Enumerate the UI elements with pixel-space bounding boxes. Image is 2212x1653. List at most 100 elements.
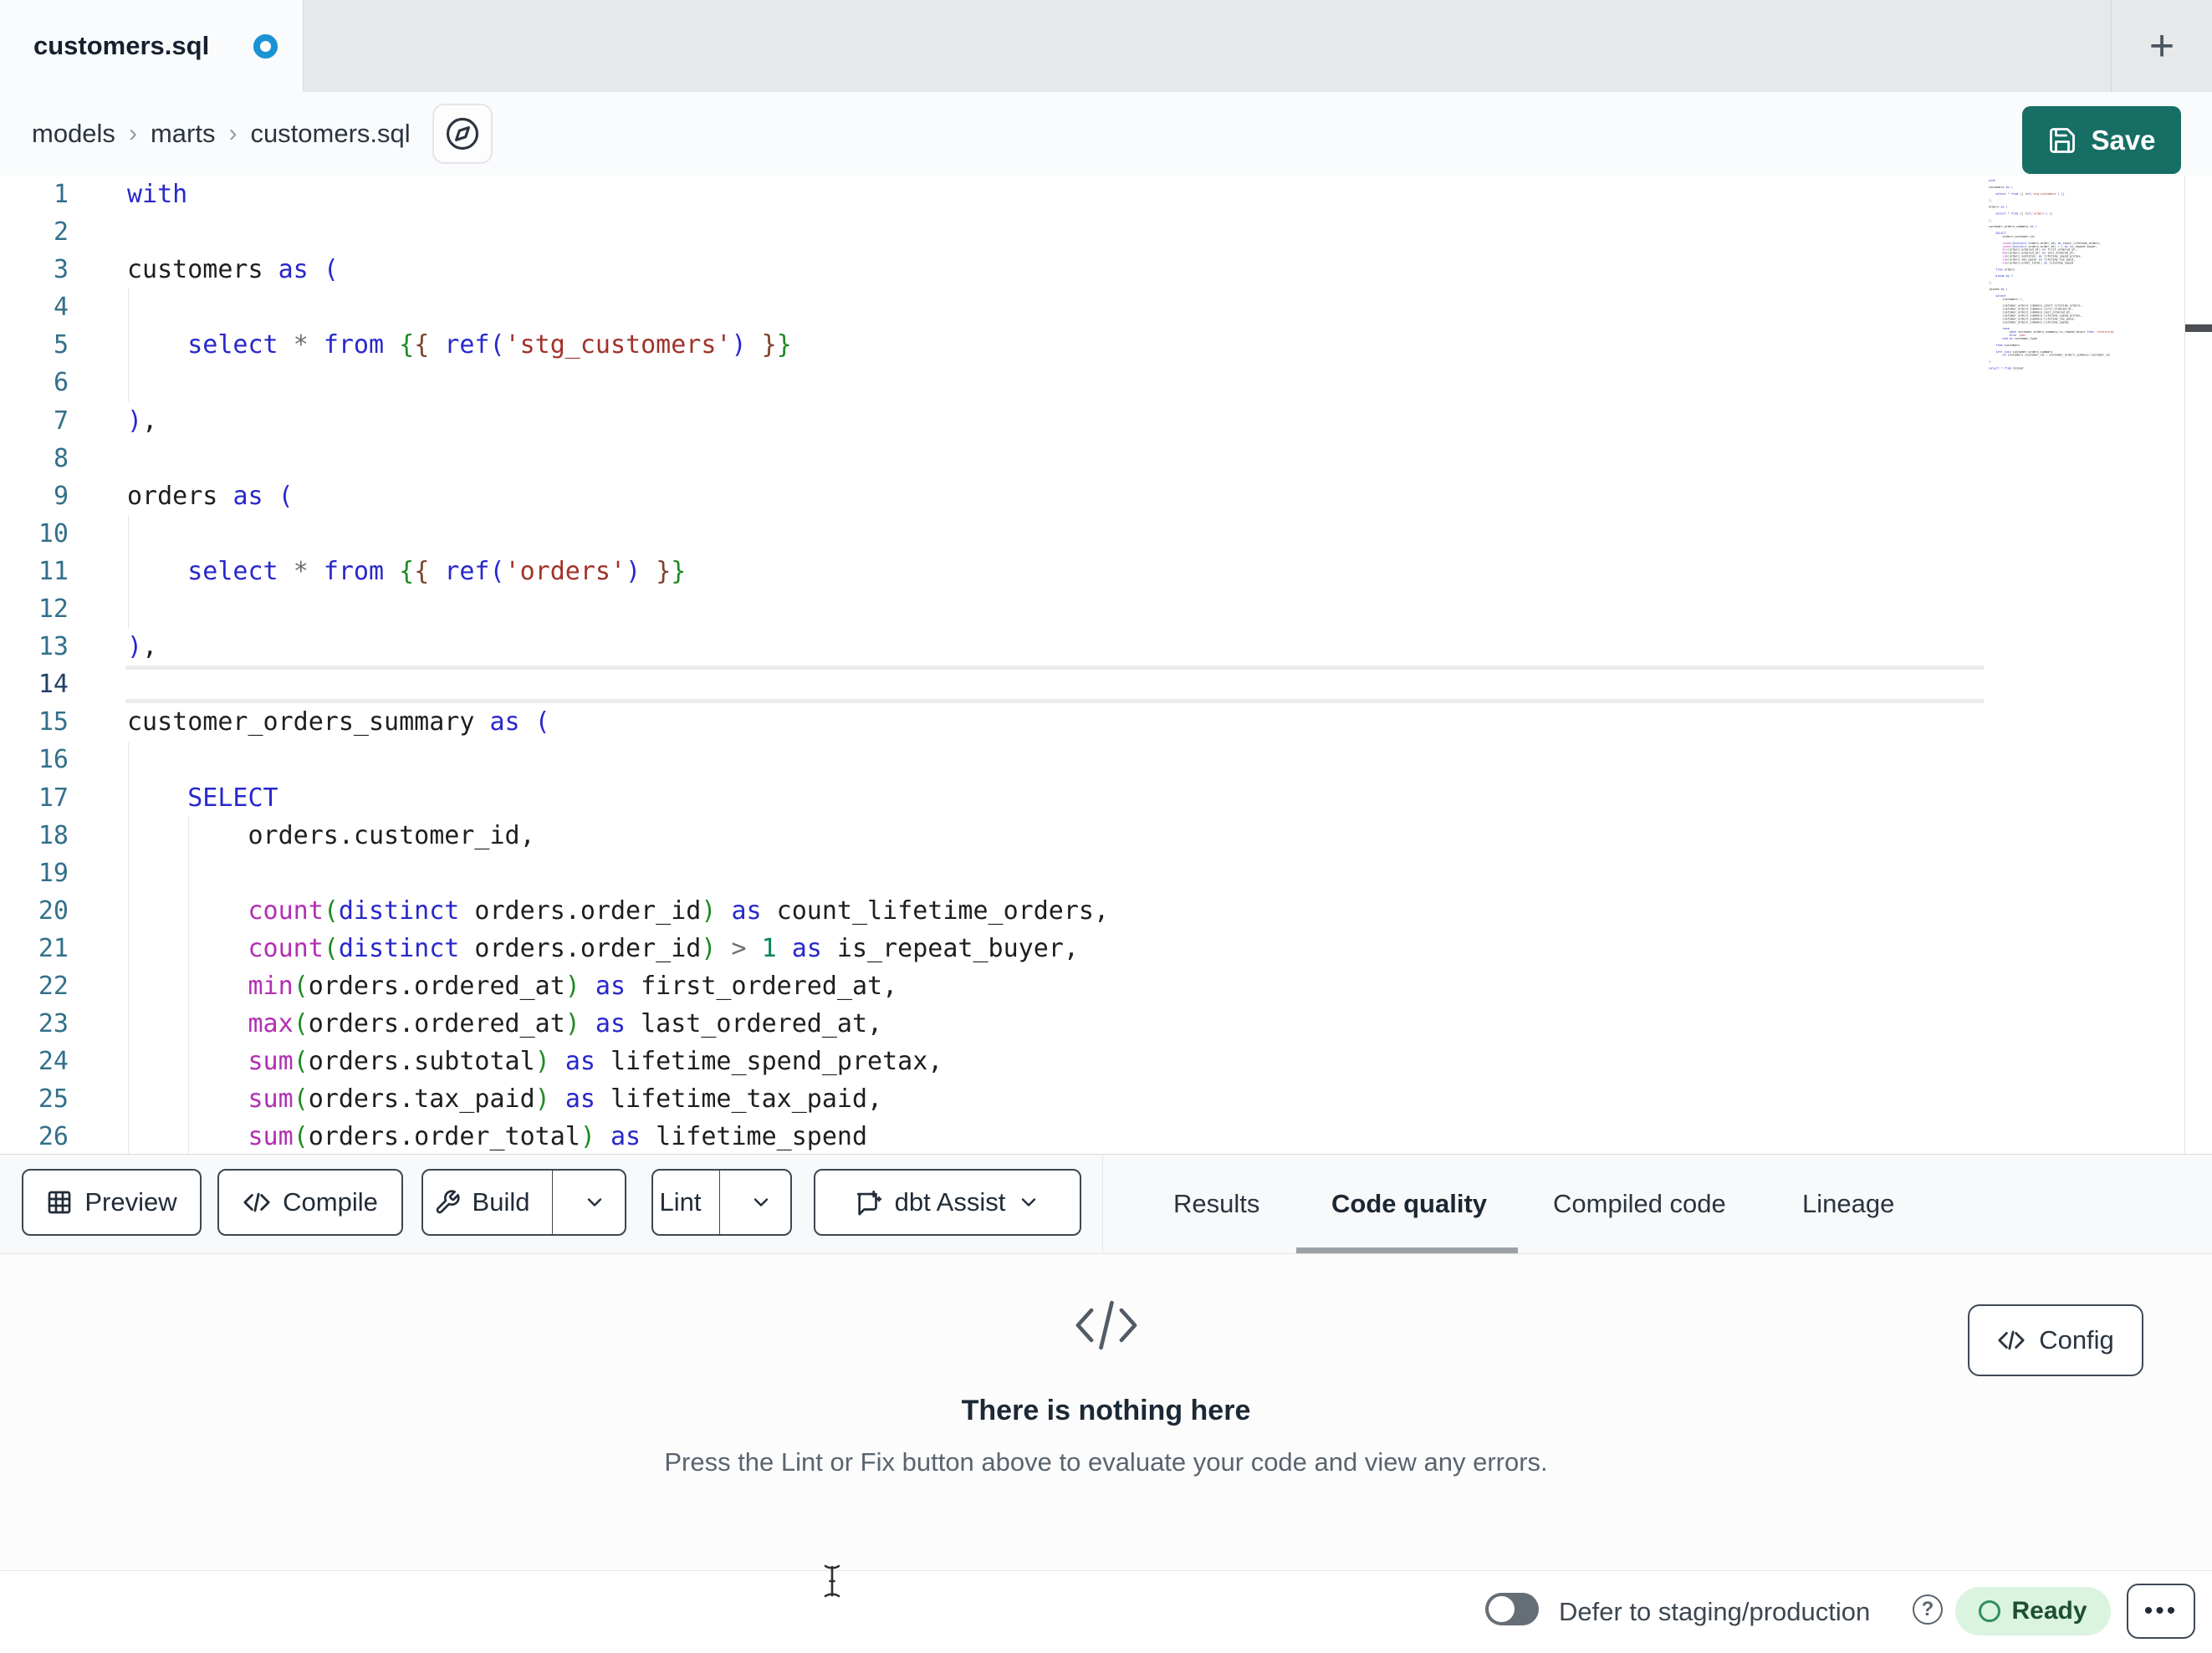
more-options-button[interactable]: ••• — [2127, 1584, 2195, 1639]
line-number: 15 — [38, 707, 69, 737]
lint-split-button[interactable]: Lint — [651, 1169, 792, 1236]
save-button[interactable]: Save — [2022, 106, 2181, 174]
code-line[interactable]: 7), — [0, 402, 2212, 440]
status-badge: Ready — [1955, 1587, 2111, 1635]
code-line[interactable]: 12 — [0, 590, 2212, 628]
code-line[interactable]: 4 — [0, 288, 2212, 326]
toggle-knob — [1489, 1596, 1515, 1622]
code-line[interactable]: 8 — [0, 440, 2212, 477]
breadcrumb-separator-icon: › — [228, 120, 238, 147]
tab-results-label: Results — [1173, 1189, 1260, 1218]
code-icon — [1997, 1326, 2026, 1355]
build-split-button[interactable]: Build — [421, 1169, 626, 1236]
config-button[interactable]: Config — [1968, 1304, 2143, 1376]
code-line[interactable]: 24 sum(orders.subtotal) as lifetime_spen… — [0, 1043, 2212, 1080]
defer-toggle[interactable] — [1485, 1593, 1539, 1625]
line-content: count(distinct orders.order_id) > 1 as i… — [248, 933, 1079, 963]
empty-state-subtitle: Press the Lint or Fix button above to ev… — [664, 1447, 1548, 1477]
new-tab-button[interactable]: + — [2111, 0, 2212, 92]
code-line[interactable]: 17 SELECT — [0, 779, 2212, 817]
code-line[interactable]: 21 count(distinct orders.order_id) > 1 a… — [0, 930, 2212, 967]
ready-circle-icon — [1979, 1600, 2001, 1622]
compass-icon — [445, 116, 480, 151]
code-line[interactable]: 2 — [0, 213, 2212, 251]
code-line[interactable]: 9 orders as ( — [0, 477, 2212, 515]
compile-button[interactable]: Compile — [217, 1169, 403, 1236]
code-line[interactable]: 20 count(distinct orders.order_id) as co… — [0, 892, 2212, 930]
help-icon[interactable]: ? — [1913, 1594, 1943, 1625]
line-number: 20 — [38, 895, 69, 926]
chevron-down-icon — [583, 1191, 606, 1214]
unsaved-changes-dot-icon — [253, 33, 278, 59]
lint-main[interactable]: Lint — [653, 1187, 708, 1217]
line-number: 5 — [53, 330, 69, 360]
line-number: 26 — [38, 1122, 69, 1152]
breadcrumb-row: models › marts › customers.sql Save — [0, 92, 2212, 176]
code-line[interactable]: 23 max(orders.ordered_at) as last_ordere… — [0, 1005, 2212, 1043]
line-content: select * from {{ ref('stg_customers') }} — [187, 330, 792, 360]
line-number: 16 — [38, 745, 69, 775]
line-content — [127, 440, 142, 477]
save-label: Save — [2091, 124, 2156, 156]
line-number: 9 — [53, 481, 69, 511]
build-dropdown[interactable] — [564, 1191, 625, 1214]
code-line[interactable]: 13), — [0, 628, 2212, 666]
code-line[interactable]: 14 — [0, 666, 2212, 703]
code-line[interactable]: 18 orders.customer_id, — [0, 817, 2212, 855]
code-quality-panel: There is nothing here Press the Lint or … — [0, 1254, 2212, 1570]
tab-compiled-code-label: Compiled code — [1553, 1189, 1726, 1218]
dbt-assist-button[interactable]: dbt Assist — [814, 1169, 1081, 1236]
code-line[interactable]: 1 with — [0, 176, 2212, 213]
ready-label: Ready — [2011, 1597, 2087, 1625]
line-content: sum(orders.tax_paid) as lifetime_tax_pai… — [248, 1084, 883, 1115]
line-content: select * from {{ ref('orders') }} — [187, 556, 687, 586]
line-content — [127, 590, 142, 628]
line-number: 17 — [38, 783, 69, 813]
line-content — [127, 741, 142, 778]
line-number: 1 — [53, 180, 69, 209]
tab-customers-sql[interactable]: customers.sql — [0, 0, 304, 92]
table-icon — [46, 1189, 73, 1216]
code-line[interactable]: 19 — [0, 855, 2212, 892]
code-editor[interactable]: 1 with 2 3 customers as (4 5 select * from … — [0, 176, 2212, 1154]
code-lines: 1 with 2 3 customers as (4 5 select * from … — [0, 176, 2212, 1154]
breadcrumb-marts[interactable]: marts — [151, 119, 216, 149]
code-line[interactable]: 22 min(orders.ordered_at) as first_order… — [0, 967, 2212, 1005]
code-line[interactable]: 26 sum(orders.order_total) as lifetime_s… — [0, 1118, 2212, 1154]
build-main[interactable]: Build — [423, 1187, 540, 1217]
code-line[interactable]: 25 sum(orders.tax_paid) as lifetime_tax_… — [0, 1080, 2212, 1118]
assist-chat-sparkle-icon — [855, 1188, 883, 1217]
line-number: 19 — [38, 858, 69, 888]
editor-tab-bar: customers.sql + — [0, 0, 2212, 92]
tab-compiled-code[interactable]: Compiled code — [1553, 1155, 1726, 1253]
code-line[interactable]: 5 select * from {{ ref('stg_customers') … — [0, 326, 2212, 364]
tab-results[interactable]: Results — [1173, 1155, 1259, 1253]
split-divider — [719, 1171, 720, 1234]
line-content — [127, 288, 142, 326]
breadcrumb-file: customers.sql — [250, 119, 411, 148]
line-content — [127, 213, 142, 251]
editor-minimap[interactable]: with customers as ( select * from {{ ref… — [1989, 179, 2184, 555]
line-number: 10 — [38, 518, 69, 548]
breadcrumb-models[interactable]: models — [32, 119, 115, 149]
open-lineage-compass-button[interactable] — [432, 104, 493, 164]
empty-state: There is nothing here Press the Lint or … — [0, 1254, 2212, 1477]
tab-title: customers.sql — [33, 31, 210, 60]
line-number: 18 — [38, 820, 69, 850]
tab-code-quality[interactable]: Code quality — [1331, 1155, 1487, 1253]
line-number: 14 — [38, 670, 69, 700]
preview-button[interactable]: Preview — [22, 1169, 202, 1236]
line-content: min(orders.ordered_at) as first_ordered_… — [248, 971, 898, 1001]
build-label: Build — [472, 1187, 530, 1217]
line-number: 3 — [53, 255, 69, 285]
line-content: orders as ( — [127, 481, 294, 511]
line-number: 24 — [38, 1047, 69, 1077]
tab-lineage[interactable]: Lineage — [1802, 1155, 1894, 1253]
lint-dropdown[interactable] — [732, 1191, 790, 1214]
code-line[interactable]: 6 — [0, 364, 2212, 401]
code-line[interactable]: 11 select * from {{ ref('orders') }} — [0, 553, 2212, 590]
code-line[interactable]: 16 — [0, 741, 2212, 778]
code-line[interactable]: 10 — [0, 515, 2212, 553]
code-line[interactable]: 3 customers as ( — [0, 251, 2212, 288]
code-line[interactable]: 15 customer_orders_summary as ( — [0, 703, 2212, 741]
